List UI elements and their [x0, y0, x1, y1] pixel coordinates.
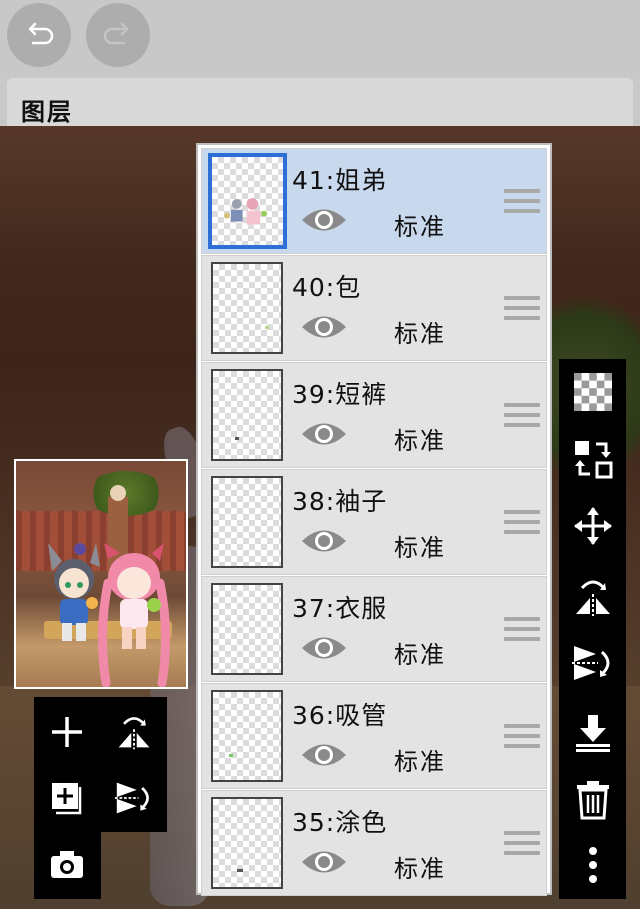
blend-mode-label[interactable]: 标准 [394, 742, 446, 777]
visibility-eye-icon[interactable] [299, 419, 349, 449]
undo-button[interactable] [7, 3, 71, 67]
top-toolbar [0, 0, 640, 78]
thumbnail-mark [229, 754, 233, 757]
blend-mode-label[interactable]: 标准 [394, 314, 446, 349]
canvas-preview[interactable] [14, 459, 188, 689]
layer-name[interactable]: 37:衣服 [292, 589, 387, 625]
flip-vertical-icon [571, 646, 609, 680]
add-layer-icon [52, 717, 82, 747]
right-toolbar [559, 359, 626, 899]
visibility-eye-icon[interactable] [299, 740, 349, 770]
camera-button[interactable] [34, 832, 100, 898]
visibility-eye-icon[interactable] [299, 312, 349, 342]
layer-name[interactable]: 39:短裤 [292, 375, 387, 411]
visibility-eye-icon[interactable] [299, 847, 349, 877]
layer-thumbnail [211, 797, 283, 889]
layer-panel-header: 图层 [7, 78, 633, 126]
blend-mode-label[interactable]: 标准 [394, 528, 446, 563]
layer-row[interactable]: 38:袖子 标准 [201, 469, 547, 575]
layer-row[interactable]: 40:包 标准 [201, 255, 547, 361]
flip-vertical-button[interactable] [101, 765, 167, 831]
swap-layer-button[interactable] [559, 430, 626, 488]
transparency-checker-icon [573, 373, 612, 411]
layer-name[interactable]: 38:袖子 [292, 482, 387, 518]
layer-row[interactable]: 39:短裤 标准 [201, 362, 547, 468]
drag-handle-icon[interactable] [504, 510, 540, 534]
flip-horizontal-button[interactable] [559, 568, 626, 626]
layer-thumbnail [211, 262, 283, 354]
layer-row[interactable]: 36:吸管 标准 [201, 683, 547, 789]
drag-handle-icon[interactable] [504, 296, 540, 320]
drag-handle-icon[interactable] [504, 831, 540, 855]
redo-arrow-icon [103, 22, 129, 45]
blend-mode-label[interactable]: 标准 [394, 635, 446, 670]
add-layer-button[interactable] [34, 699, 100, 765]
thumbnail-mark [265, 326, 269, 329]
layer-row[interactable]: 37:衣服 标准 [201, 576, 547, 682]
flip-horizontal-icon [118, 717, 150, 750]
copy-layer-button[interactable] [34, 765, 100, 831]
blend-mode-label[interactable]: 标准 [394, 421, 446, 456]
blend-mode-label[interactable]: 标准 [394, 207, 446, 242]
layer-name[interactable]: 35:涂色 [292, 803, 387, 839]
visibility-eye-icon[interactable] [299, 633, 349, 663]
flip-vertical-icon [115, 782, 149, 814]
camera-icon [51, 851, 83, 878]
transparency-button[interactable] [559, 363, 626, 421]
flip-horizontal-icon [575, 580, 610, 616]
panel-title: 图层 [21, 98, 73, 126]
layer-name[interactable]: 40:包 [292, 268, 361, 304]
move-icon [573, 507, 612, 545]
layer-row[interactable]: 35:涂色 标准 [201, 790, 547, 896]
preview-character-girl [97, 543, 171, 687]
layer-list[interactable]: 41:姐弟 标准 40:包 标准 39:短裤 标准 38:袖子 标准 37:衣服… [196, 143, 552, 896]
swap-layer-icon [574, 441, 612, 479]
drag-handle-icon[interactable] [504, 403, 540, 427]
layer-row[interactable]: 41:姐弟 标准 [201, 148, 547, 254]
layer-thumbnail [208, 153, 287, 249]
thumbnail-sketch [224, 198, 268, 225]
trash-icon [576, 781, 609, 820]
layer-thumbnail [211, 476, 283, 568]
layer-name[interactable]: 36:吸管 [292, 696, 387, 732]
layer-thumbnail [211, 369, 283, 461]
blend-mode-label[interactable]: 标准 [394, 849, 446, 884]
left-toolbar [34, 697, 167, 832]
layer-name[interactable]: 41:姐弟 [292, 161, 387, 197]
drag-handle-icon[interactable] [504, 189, 540, 213]
delete-layer-button[interactable] [559, 770, 626, 828]
thumbnail-mark [235, 437, 239, 440]
layer-thumbnail [211, 583, 283, 675]
move-button[interactable] [559, 497, 626, 555]
preview-lamp [110, 485, 126, 501]
more-options-button[interactable] [559, 836, 626, 894]
copy-layer-icon [52, 783, 82, 815]
more-vertical-icon [588, 847, 597, 883]
left-toolbar-camera [34, 832, 101, 899]
redo-button[interactable] [86, 3, 150, 67]
undo-arrow-icon [28, 22, 54, 45]
visibility-eye-icon[interactable] [299, 205, 349, 235]
drag-handle-icon[interactable] [504, 724, 540, 748]
flip-horizontal-button[interactable] [101, 699, 167, 765]
merge-down-button[interactable] [559, 704, 626, 762]
flip-vertical-button[interactable] [559, 634, 626, 692]
layer-thumbnail [211, 690, 283, 782]
merge-down-icon [575, 715, 610, 752]
drag-handle-icon[interactable] [504, 617, 540, 641]
visibility-eye-icon[interactable] [299, 526, 349, 556]
thumbnail-mark [237, 869, 243, 872]
